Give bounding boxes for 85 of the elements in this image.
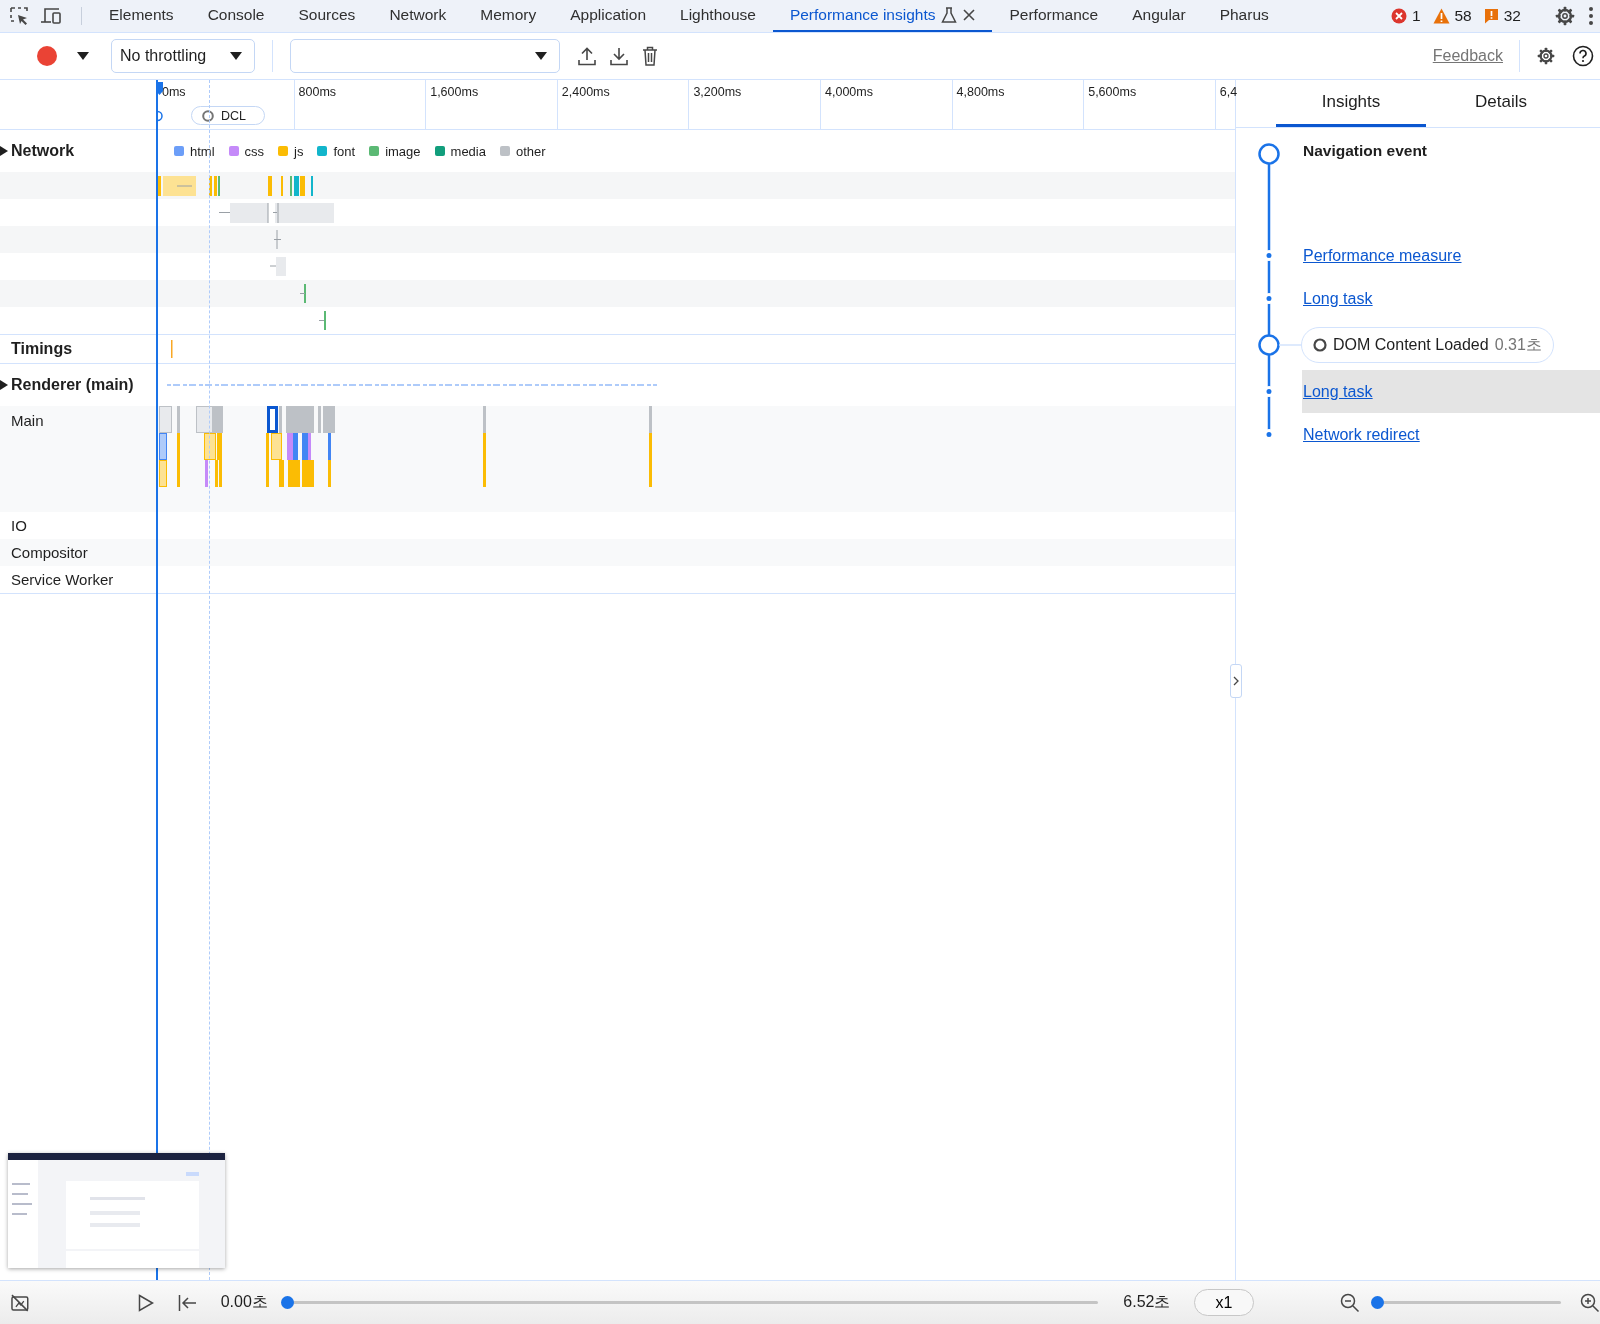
track-label: Main bbox=[11, 412, 44, 429]
expand-icon[interactable] bbox=[0, 380, 8, 390]
panel-tab[interactable]: Elements bbox=[92, 0, 191, 32]
settings-icon[interactable] bbox=[1536, 46, 1556, 66]
close-icon[interactable] bbox=[963, 9, 976, 21]
playhead-handle-icon[interactable] bbox=[156, 82, 164, 96]
navigation-marker-icon[interactable] bbox=[157, 110, 163, 122]
legend-label: media bbox=[450, 143, 486, 159]
upload-icon[interactable] bbox=[578, 46, 596, 66]
panel-tab[interactable]: Memory bbox=[463, 0, 554, 32]
trash-icon[interactable] bbox=[642, 46, 658, 66]
expand-icon[interactable] bbox=[0, 146, 8, 156]
chevron-icon bbox=[1233, 676, 1239, 686]
sidebar-tab[interactable]: Details bbox=[1426, 80, 1576, 127]
panel-tab[interactable]: Performance bbox=[992, 0, 1116, 32]
ring-icon bbox=[202, 109, 214, 122]
zoom-out-icon[interactable] bbox=[1339, 1292, 1360, 1313]
time-tick-label: 800ms bbox=[298, 85, 337, 99]
insight-link[interactable]: Network redirect bbox=[1303, 425, 1420, 444]
warning-count: 58 bbox=[1454, 7, 1472, 25]
dcl-marker[interactable]: DCL bbox=[191, 106, 265, 125]
insight-link[interactable]: Long task bbox=[1303, 382, 1373, 401]
panel-tab[interactable]: Performance insights bbox=[772, 0, 993, 32]
panel-tab[interactable]: Angular bbox=[1115, 0, 1203, 32]
zoom-in-icon[interactable] bbox=[1580, 1292, 1600, 1313]
legend-label: image bbox=[385, 143, 421, 159]
error-icon bbox=[1390, 8, 1407, 24]
panel-tab[interactable]: Console bbox=[190, 0, 282, 32]
legend-label: html bbox=[190, 143, 215, 159]
error-count: 1 bbox=[1411, 7, 1421, 25]
legend-label: font bbox=[333, 143, 356, 159]
insight-link[interactable]: Long task bbox=[1303, 289, 1373, 308]
track-label: Timings bbox=[11, 340, 73, 358]
time-tick-label: 6,4 bbox=[1219, 85, 1238, 99]
play-icon[interactable] bbox=[137, 1293, 154, 1312]
panel-tab[interactable]: Application bbox=[553, 0, 664, 32]
duration: 6.52초 bbox=[1123, 1292, 1171, 1312]
feedback-link[interactable]: Feedback bbox=[1432, 47, 1503, 65]
caret-icon bbox=[535, 52, 547, 60]
scrubber-thumb[interactable] bbox=[281, 1296, 295, 1309]
help-icon[interactable] bbox=[1572, 45, 1594, 67]
throttling-select[interactable]: No throttling bbox=[111, 39, 255, 73]
caret-icon bbox=[230, 52, 242, 60]
panel-tab[interactable]: Network bbox=[372, 0, 464, 32]
timing-mark[interactable] bbox=[171, 340, 173, 358]
time-tick-label: 4,000ms bbox=[825, 85, 873, 99]
settings-icon[interactable] bbox=[1554, 5, 1576, 27]
inspect-icon[interactable] bbox=[9, 6, 29, 26]
jump-to-start-icon[interactable] bbox=[177, 1293, 197, 1312]
ring-icon bbox=[1313, 338, 1327, 352]
caret-icon[interactable] bbox=[77, 52, 89, 60]
time-tick-label: 2,400ms bbox=[561, 85, 610, 99]
record-button[interactable] bbox=[37, 46, 57, 66]
track-label: Network bbox=[11, 142, 75, 160]
expand-panel-button[interactable] bbox=[1230, 664, 1242, 698]
track-label: IO bbox=[11, 517, 27, 534]
event-title: Navigation event bbox=[1303, 142, 1428, 160]
screenshot-off-icon[interactable] bbox=[10, 1292, 30, 1313]
speed-button[interactable]: x1 bbox=[1194, 1289, 1254, 1316]
track-label: Service Worker bbox=[11, 571, 114, 588]
time-tick-label: 3,200ms bbox=[693, 85, 742, 99]
warning-icon bbox=[1432, 8, 1450, 24]
issue-icon bbox=[1483, 8, 1499, 24]
task-bar[interactable] bbox=[267, 406, 278, 433]
time-tick-label: 4,800ms bbox=[956, 85, 1005, 99]
panel-tab[interactable]: Lighthouse bbox=[663, 0, 773, 32]
issue-count: 32 bbox=[1503, 7, 1521, 25]
panel-tab[interactable]: Sources bbox=[281, 0, 373, 32]
legend-label: css bbox=[244, 143, 265, 159]
time-tick-label: 1,600ms bbox=[430, 85, 479, 99]
legend-label: other bbox=[516, 143, 546, 159]
panel-tab[interactable]: Pharus bbox=[1202, 0, 1286, 32]
insight-link[interactable]: Performance measure bbox=[1303, 246, 1462, 265]
sidebar-tab[interactable]: Insights bbox=[1276, 80, 1426, 127]
more-icon[interactable] bbox=[1588, 6, 1594, 26]
recording-select[interactable] bbox=[290, 39, 560, 73]
legend-label: js bbox=[294, 143, 304, 159]
track-label: Renderer (main) bbox=[11, 376, 134, 394]
track-label: Compositor bbox=[11, 544, 88, 561]
current-time: 0.00초 bbox=[220, 1292, 268, 1312]
download-icon[interactable] bbox=[610, 46, 628, 66]
time-tick-label: 5,600ms bbox=[1088, 85, 1137, 99]
time-tick-label: 0ms bbox=[162, 85, 186, 99]
device-toolbar-icon[interactable] bbox=[40, 6, 62, 26]
zoom-thumb[interactable] bbox=[1370, 1296, 1384, 1309]
